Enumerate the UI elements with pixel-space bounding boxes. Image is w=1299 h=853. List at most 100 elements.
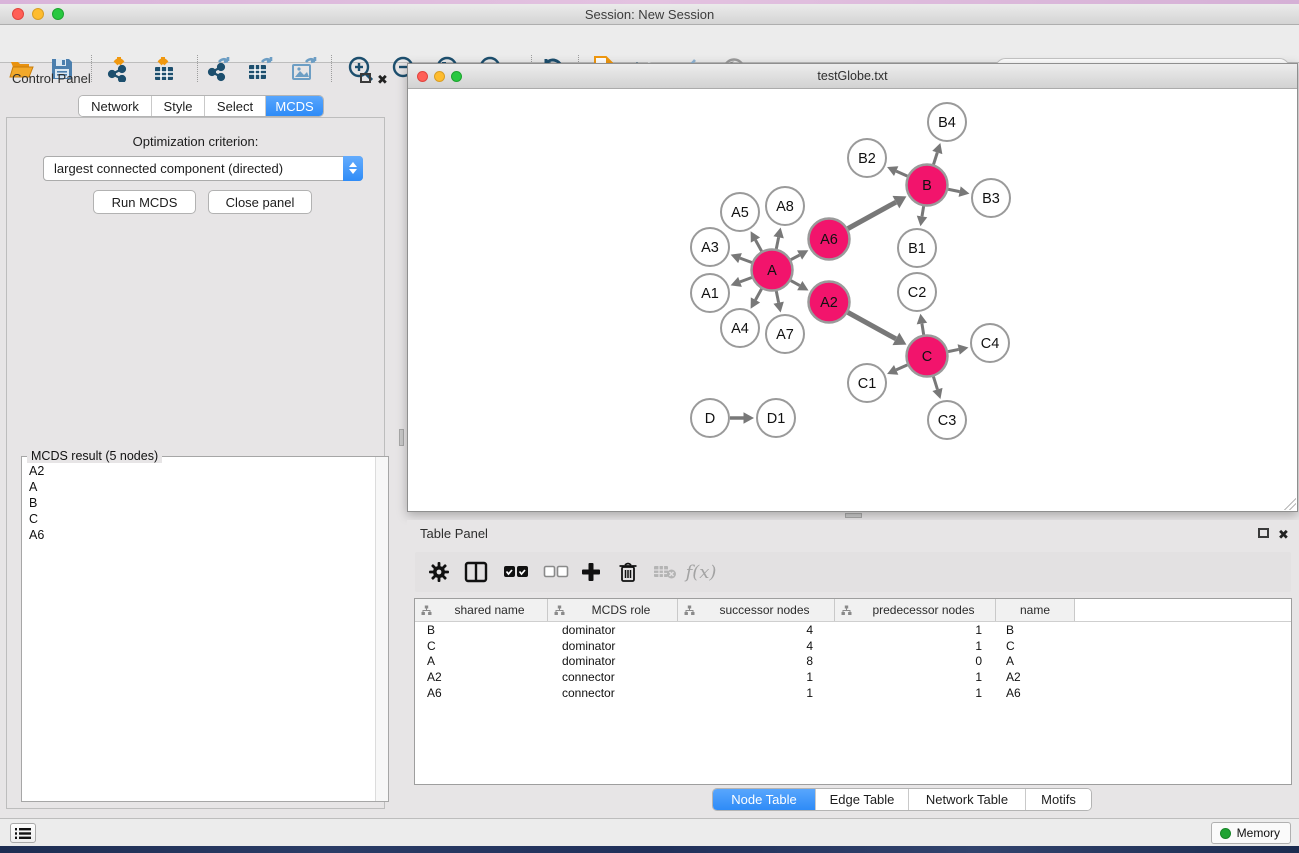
table-row[interactable]: Adominator80A <box>415 654 1291 670</box>
edge-C-C2[interactable] <box>922 324 924 335</box>
edge-A-A1[interactable] <box>740 277 752 281</box>
edge-A-A3[interactable] <box>740 258 752 262</box>
tab-node-table[interactable]: Node Table <box>713 789 816 810</box>
table-settings-button[interactable] <box>425 558 453 586</box>
network-canvas[interactable]: AA1A2A3A4A5A6A7A8BB1B2B3B4CC1C2C3C4DD1 <box>408 89 1297 511</box>
column-header-MCDS-role[interactable]: MCDS role <box>548 599 678 621</box>
control-panel-float-button[interactable] <box>360 73 371 83</box>
column-header-name[interactable]: name <box>996 599 1075 621</box>
edge-A6-B[interactable] <box>848 202 896 228</box>
delete-table-button[interactable] <box>651 558 679 586</box>
gear-icon <box>428 561 450 583</box>
tab-network[interactable]: Network <box>79 96 152 116</box>
optimization-criterion-label: Optimization criterion: <box>7 134 384 149</box>
export-network-button[interactable] <box>204 55 232 83</box>
edge-B-B3[interactable] <box>948 189 960 191</box>
node-label-A8: A8 <box>776 199 794 215</box>
result-list-item[interactable]: A <box>23 479 374 495</box>
show-panels-button[interactable] <box>10 823 36 843</box>
table-row[interactable]: Bdominator41B <box>415 622 1291 638</box>
edge-A-A8[interactable] <box>776 237 778 249</box>
run-mcds-button[interactable]: Run MCDS <box>93 190 196 214</box>
control-panel-body: Optimization criterion: largest connecte… <box>6 117 385 809</box>
edge-B-B2[interactable] <box>896 171 907 176</box>
table-panel-close-button[interactable]: ✖ <box>1278 526 1289 544</box>
export-image-button[interactable] <box>290 55 318 83</box>
memory-button[interactable]: Memory <box>1211 822 1291 844</box>
cell-name: B <box>996 623 1075 637</box>
table-panel-title: Table Panel <box>420 526 488 541</box>
column-header-shared-name[interactable]: shared name <box>415 599 548 621</box>
control-panel-title: Control Panel <box>12 71 91 86</box>
dropdown-stepper-icon <box>343 156 363 181</box>
delete-table-icon <box>653 564 677 580</box>
edge-A-A5[interactable] <box>755 240 761 251</box>
mcds-result-groupbox: MCDS result (5 nodes) A2ABCA6 <box>21 456 389 802</box>
column-header-predecessor-nodes[interactable]: predecessor nodes <box>835 599 996 621</box>
result-list-item[interactable]: C <box>23 511 374 527</box>
export-network-icon <box>205 56 231 82</box>
column-type-icon <box>421 605 432 616</box>
table-row[interactable]: A6connector11A6 <box>415 685 1291 701</box>
export-table-icon <box>247 56 274 82</box>
table-row[interactable]: A2connector11A2 <box>415 669 1291 685</box>
tab-mcds[interactable]: MCDS <box>266 96 323 116</box>
select-all-button[interactable] <box>502 558 530 586</box>
edge-C-C4[interactable] <box>948 349 959 351</box>
table-panel-float-button[interactable] <box>1258 528 1269 538</box>
arrowhead-icon <box>932 143 942 154</box>
mcds-result-list[interactable]: A2ABCA6 <box>23 463 374 800</box>
plus-icon <box>581 562 601 582</box>
result-list-item[interactable]: A6 <box>23 527 374 543</box>
result-list-item[interactable]: B <box>23 495 374 511</box>
network-window-titlebar[interactable]: testGlobe.txt <box>408 64 1297 89</box>
main-titlebar: Session: New Session <box>0 4 1299 25</box>
delete-column-button[interactable] <box>614 558 642 586</box>
edge-A2-C[interactable] <box>848 312 896 338</box>
node-label-A4: A4 <box>731 321 749 337</box>
table-row[interactable]: Cdominator41C <box>415 638 1291 654</box>
column-type-icon <box>684 605 695 616</box>
close-panel-button[interactable]: Close panel <box>208 190 312 214</box>
edge-A-A4[interactable] <box>755 289 761 300</box>
cell-successor-nodes: 1 <box>678 686 835 700</box>
import-network-button[interactable] <box>104 55 132 83</box>
edge-C-C3[interactable] <box>933 377 937 390</box>
edge-A-A6[interactable] <box>791 255 800 260</box>
export-table-button[interactable] <box>246 55 274 83</box>
node-label-B2: B2 <box>858 151 876 167</box>
import-table-button[interactable] <box>150 55 178 83</box>
optimization-criterion-dropdown[interactable]: largest connected component (directed) <box>43 156 363 181</box>
session-title: Session: New Session <box>0 7 1299 22</box>
status-bar: Memory <box>0 818 1299 846</box>
edge-B-B4[interactable] <box>934 152 938 164</box>
tab-motifs[interactable]: Motifs <box>1026 789 1091 810</box>
cell-predecessor-nodes: 0 <box>835 654 996 668</box>
create-column-button[interactable] <box>577 558 605 586</box>
tab-select[interactable]: Select <box>205 96 266 116</box>
float-icon <box>360 73 371 83</box>
result-list-item[interactable]: A2 <box>23 463 374 479</box>
memory-status-icon <box>1220 828 1231 839</box>
node-label-B4: B4 <box>938 115 956 131</box>
control-panel-close-button[interactable]: ✖ <box>377 71 388 89</box>
column-type-icon <box>554 605 565 616</box>
edge-A-A7[interactable] <box>776 291 778 303</box>
edge-C-C1[interactable] <box>896 365 907 370</box>
tab-network-table[interactable]: Network Table <box>909 789 1026 810</box>
column-header-successor-nodes[interactable]: successor nodes <box>678 599 835 621</box>
arrowhead-icon <box>917 314 927 325</box>
function-builder-button[interactable]: f(x) <box>687 558 715 586</box>
node-table[interactable]: shared nameMCDS rolesuccessor nodesprede… <box>414 598 1292 785</box>
edge-B-B1[interactable] <box>922 206 924 216</box>
vertical-splitter-handle[interactable] <box>399 429 404 446</box>
resize-grip-icon[interactable] <box>1284 498 1296 510</box>
deselect-all-button[interactable] <box>542 558 570 586</box>
show-column-button[interactable] <box>462 558 490 586</box>
tab-edge-table[interactable]: Edge Table <box>816 789 909 810</box>
tab-style[interactable]: Style <box>152 96 205 116</box>
result-scrollbar[interactable] <box>375 457 388 801</box>
horizontal-splitter-handle[interactable] <box>845 513 862 518</box>
edge-A-A2[interactable] <box>791 281 800 286</box>
node-label-A: A <box>767 263 777 279</box>
